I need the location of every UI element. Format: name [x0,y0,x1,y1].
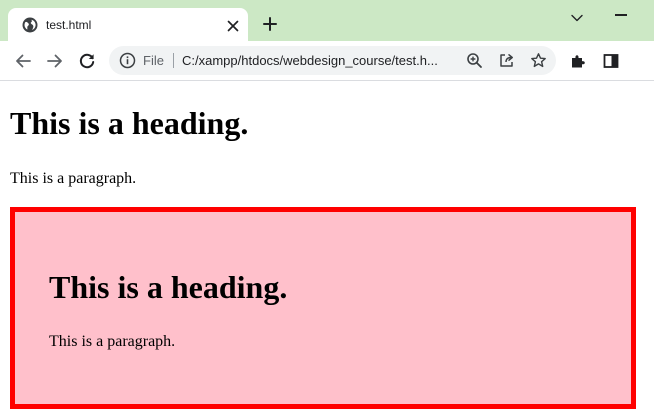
divider [173,53,174,68]
box-heading: This is a heading. [49,269,288,305]
side-panel-icon[interactable] [602,52,620,70]
page-content: This is a heading. This is a paragraph. … [0,81,654,420]
pink-box: This is a heading. This is a paragraph. [10,207,636,409]
reload-icon[interactable] [78,52,96,70]
close-icon[interactable] [227,19,239,32]
tab-title: test.html [46,18,92,32]
url-text[interactable]: C:/xampp/htdocs/webdesign_course/test.h.… [182,52,438,69]
new-tab-plus-icon[interactable] [262,16,278,32]
share-icon[interactable] [498,52,515,69]
globe-icon [22,17,38,33]
scheme-label: File [143,53,164,68]
tab-strip: test.html [0,0,654,41]
star-icon[interactable] [530,52,547,69]
tab-active[interactable]: test.html [8,8,248,41]
puzzle-icon[interactable] [569,52,587,70]
chevron-down-icon[interactable] [570,10,584,22]
info-icon[interactable] [119,52,136,69]
page-heading: This is a heading. [10,105,249,141]
zoom-icon[interactable] [466,52,483,69]
browser-window: test.html File C:/xampp/htdocs/webdesign… [0,0,654,420]
back-arrow-icon[interactable] [14,52,32,70]
toolbar: File C:/xampp/htdocs/webdesign_course/te… [0,41,654,81]
forward-arrow-icon[interactable] [46,52,64,70]
minimize-icon[interactable] [615,14,627,16]
address-bar[interactable]: File C:/xampp/htdocs/webdesign_course/te… [109,46,556,75]
box-paragraph: This is a paragraph. [49,333,176,350]
page-paragraph: This is a paragraph. [10,170,137,187]
